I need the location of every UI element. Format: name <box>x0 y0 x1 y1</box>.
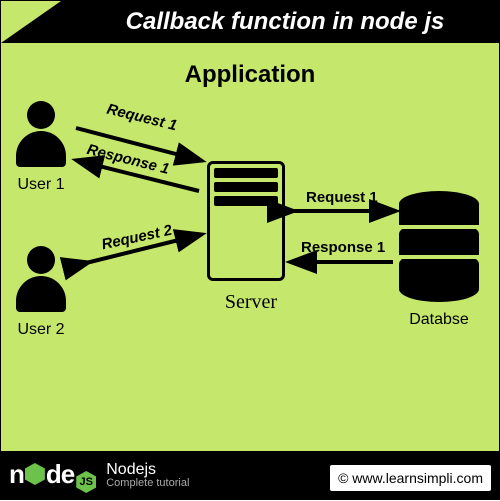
diagram-canvas: Callback function in node js Application… <box>0 0 500 500</box>
header-triangle <box>1 1 61 43</box>
hex-icon: JS <box>76 471 96 493</box>
arrow-label-u1-req: Request 1 <box>105 101 179 135</box>
server-icon <box>207 161 285 281</box>
footer-subtitle: Complete tutorial <box>106 478 189 489</box>
database-label: Databse <box>389 311 489 329</box>
footer-title-block: Nodejs Complete tutorial <box>106 462 189 489</box>
header-title: Callback function in node js <box>81 1 489 43</box>
arrow-label-u1-res: Response 1 <box>85 141 171 178</box>
header: Callback function in node js <box>1 1 499 43</box>
arrow-label-db-req: Request 1 <box>306 189 378 206</box>
footer: n de JS Nodejs Complete tutorial © www.l… <box>1 451 499 499</box>
user1-icon <box>11 101 71 171</box>
database-icon <box>399 191 479 301</box>
nodejs-logo-icon: n de JS <box>9 459 96 491</box>
user1-label: User 1 <box>6 176 76 194</box>
app-title: Application <box>1 61 499 89</box>
arrow-label-db-res: Response 1 <box>301 239 385 256</box>
arrow-label-u2-req: Request 2 <box>100 222 174 254</box>
footer-copyright: © www.learnsimpli.com <box>330 465 491 491</box>
server-label: Server <box>196 291 306 314</box>
user2-label: User 2 <box>6 321 76 339</box>
footer-title: Nodejs <box>106 462 189 478</box>
user2-icon <box>11 246 71 316</box>
